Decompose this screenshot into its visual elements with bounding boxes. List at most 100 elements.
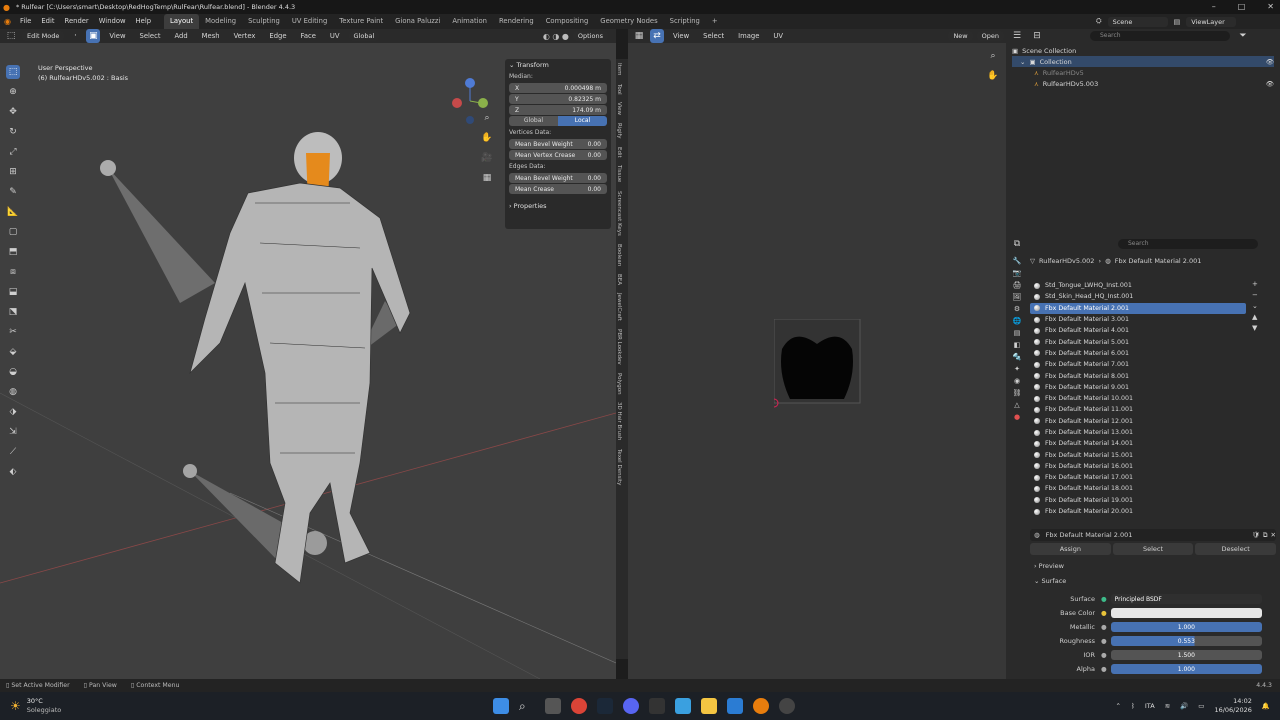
chrome-icon[interactable] xyxy=(571,698,587,714)
move-down-icon[interactable]: ▼ xyxy=(1252,324,1258,332)
uv-menu-select[interactable]: Select xyxy=(698,29,729,44)
median-y-field[interactable]: Y 0.82325 m xyxy=(509,94,607,104)
task-view-icon[interactable] xyxy=(545,698,561,714)
tab-layout[interactable]: Layout xyxy=(164,14,200,29)
camera-view-icon[interactable]: 🎥 xyxy=(480,151,494,165)
properties-editor-icon[interactable]: ⧉ xyxy=(1010,237,1024,251)
render-props-icon[interactable]: 📷 xyxy=(1013,269,1022,277)
metallic-slider[interactable]: 1.000 xyxy=(1110,622,1262,632)
search-icon[interactable]: ⌕ xyxy=(519,698,535,714)
tab-compositing[interactable]: Compositing xyxy=(540,14,595,29)
fake-user-icon[interactable]: 🛡 xyxy=(1252,531,1260,539)
scene-selector[interactable]: Scene xyxy=(1107,16,1168,27)
side-tab-rigify[interactable]: Rigify xyxy=(616,119,622,142)
vp-menu-mesh[interactable]: Mesh xyxy=(197,29,225,44)
uv-pan-icon[interactable]: ✋ xyxy=(986,69,1000,83)
tab-rendering[interactable]: Rendering xyxy=(493,14,540,29)
object-props-icon[interactable]: ◧ xyxy=(1014,341,1021,349)
mean-bevel-weight-field[interactable]: Mean Bevel Weight 0.00 xyxy=(509,139,607,149)
side-tab-texel-density[interactable]: Texel Density xyxy=(616,445,622,489)
median-z-field[interactable]: Z 174.09 m xyxy=(509,105,607,115)
face-select-icon[interactable]: ▣ xyxy=(86,29,101,43)
explorer-icon[interactable] xyxy=(701,698,717,714)
material-slot-item[interactable]: Fbx Default Material 12.001 xyxy=(1030,416,1246,427)
select-button[interactable]: Select xyxy=(1112,543,1194,555)
recorder-icon[interactable] xyxy=(779,698,795,714)
material-slot-item[interactable]: Fbx Default Material 13.001 xyxy=(1030,427,1246,438)
tab-geometry-nodes[interactable]: Geometry Nodes xyxy=(594,14,663,29)
material-slot-item[interactable]: Fbx Default Material 6.001 xyxy=(1030,348,1246,359)
open-image-button[interactable]: Open xyxy=(976,31,1004,41)
material-slot-item[interactable]: Fbx Default Material 8.001 xyxy=(1030,370,1246,381)
mode-selector[interactable]: Edit Mode xyxy=(22,31,65,41)
material-slot-item[interactable]: Fbx Default Material 17.001 xyxy=(1030,472,1246,483)
roughness-slider[interactable]: 0.553 xyxy=(1110,636,1262,646)
data-props-icon[interactable]: △ xyxy=(1014,401,1019,409)
collection-props-icon[interactable]: ▤ xyxy=(1014,329,1021,337)
vp-menu-select[interactable]: Select xyxy=(135,29,166,44)
tab-texture-paint[interactable]: Texture Paint xyxy=(333,14,389,29)
vp-menu-uv[interactable]: UV xyxy=(325,29,345,44)
vp-menu-edge[interactable]: Edge xyxy=(264,29,291,44)
side-tab-hair-brush[interactable]: 3D Hair Brush xyxy=(616,398,622,444)
duplicate-icon[interactable]: ⧉ xyxy=(1263,531,1268,540)
menu-window[interactable]: Window xyxy=(94,14,131,29)
minimize-button[interactable]: – xyxy=(1212,0,1216,14)
docs-icon[interactable] xyxy=(727,698,743,714)
preview-panel-header[interactable]: › Preview xyxy=(1034,562,1064,570)
outliner-item-rulfear-hdv5-003[interactable]: ⋏ RulfearHDv5.003 👁 xyxy=(1012,78,1274,89)
world-props-icon[interactable]: 🌐 xyxy=(1013,317,1022,325)
blender-menu-icon[interactable]: ◉ xyxy=(0,17,15,26)
menu-edit[interactable]: Edit xyxy=(36,14,59,29)
output-props-icon[interactable]: 🖨 xyxy=(1013,281,1022,289)
scene-props-icon[interactable]: ⚙ xyxy=(1014,305,1020,313)
tab-uv-editing[interactable]: UV Editing xyxy=(286,14,333,29)
uv-editor[interactable]: ▦ ⇄ View Select Image UV New Open ⌕ ✋ xyxy=(628,29,1006,679)
tray-chevron-icon[interactable]: ⌃ xyxy=(1116,702,1121,710)
surface-shader-field[interactable]: Principled BSDF xyxy=(1110,594,1262,604)
transform-orientation[interactable]: Global xyxy=(348,31,380,41)
start-icon[interactable] xyxy=(493,698,509,714)
vp-menu-add[interactable]: Add xyxy=(169,29,192,44)
material-slot-item[interactable]: Fbx Default Material 10.001 xyxy=(1030,393,1246,404)
side-tab-screencast[interactable]: Screencast Keys xyxy=(616,187,622,240)
filter-icon[interactable]: ⏷ xyxy=(1236,29,1250,43)
menu-file[interactable]: File xyxy=(15,14,36,29)
transform-panel-header[interactable]: ⌄ Transform xyxy=(505,59,611,71)
deselect-button[interactable]: Deselect xyxy=(1195,543,1277,555)
perspective-grid-icon[interactable]: ▦ xyxy=(480,171,494,185)
properties-panel-header[interactable]: › Properties xyxy=(505,200,611,212)
props-search[interactable]: Search xyxy=(1118,239,1258,249)
material-slot-item[interactable]: Fbx Default Material 4.001 xyxy=(1030,325,1246,336)
edge-bevel-weight-field[interactable]: Mean Bevel Weight 0.00 xyxy=(509,173,607,183)
material-props-icon[interactable]: ● xyxy=(1014,413,1020,421)
modifier-props-icon[interactable]: 🔩 xyxy=(1013,353,1022,361)
volume-icon[interactable]: 🔊 xyxy=(1180,702,1188,710)
side-tab-jewelcraft[interactable]: JewelCraft xyxy=(616,289,622,325)
notification-icon[interactable]: 🔔 xyxy=(1262,702,1270,710)
add-workspace-button[interactable]: + xyxy=(706,14,724,29)
side-tab-tool[interactable]: Tool xyxy=(616,80,622,99)
lang-indicator[interactable]: ITA xyxy=(1145,702,1155,710)
mean-crease-field[interactable]: Mean Crease 0.00 xyxy=(509,184,607,194)
material-slot-item[interactable]: Fbx Default Material 18.001 xyxy=(1030,483,1246,494)
bluetooth-icon[interactable]: ᛒ xyxy=(1131,702,1135,710)
add-slot-icon[interactable]: + xyxy=(1252,280,1258,288)
tab-modeling[interactable]: Modeling xyxy=(199,14,242,29)
uv-sync-icon[interactable]: ⇄ xyxy=(650,29,664,43)
ior-field[interactable]: 1.500 xyxy=(1110,650,1262,660)
vp-menu-view[interactable]: View xyxy=(104,29,130,44)
material-slot-item[interactable]: Fbx Default Material 3.001 xyxy=(1030,314,1246,325)
material-slot-item[interactable]: Fbx Default Material 15.001 xyxy=(1030,449,1246,460)
outliner-editor-icon[interactable]: ☰ xyxy=(1010,29,1024,43)
local-toggle[interactable]: Local xyxy=(558,116,607,126)
tab-sculpting[interactable]: Sculpting xyxy=(242,14,286,29)
unlink-icon[interactable]: ✕ xyxy=(1271,531,1276,539)
close-button[interactable]: ✕ xyxy=(1267,0,1274,14)
material-slot-item[interactable]: Fbx Default Material 5.001 xyxy=(1030,336,1246,347)
shading-solid-icon[interactable]: ◐ ◑ ● xyxy=(543,32,569,41)
side-tab-tissue[interactable]: Tissue xyxy=(616,161,622,186)
battery-icon[interactable]: ▭ xyxy=(1198,702,1204,710)
view-layer-props-icon[interactable]: 🖼 xyxy=(1013,293,1022,301)
slot-specials-icon[interactable]: ⌄ xyxy=(1252,302,1258,310)
